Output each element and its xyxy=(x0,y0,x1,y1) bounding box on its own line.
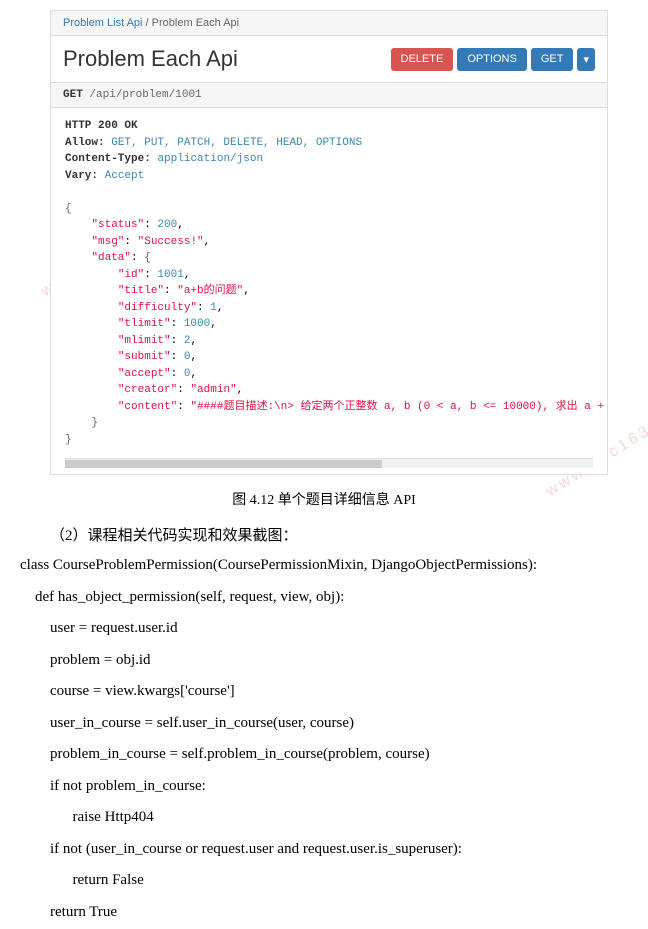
json-title: a+b的问题 xyxy=(184,285,237,297)
action-buttons: DELETE OPTIONS GET ▾ xyxy=(391,48,595,71)
status-line: HTTP 200 OK xyxy=(65,120,138,132)
request-path: /api/problem/1001 xyxy=(89,89,201,101)
request-line: GET /api/problem/1001 xyxy=(51,82,607,108)
scrollbar-thumb[interactable] xyxy=(65,460,382,468)
hdr-allow-val: GET, PUT, PATCH, DELETE, HEAD, OPTIONS xyxy=(111,137,362,149)
code-block: class CourseProblemPermission(CoursePerm… xyxy=(20,550,628,928)
paragraph-2: （2）课程相关代码实现和效果截图： xyxy=(20,523,628,550)
horizontal-scrollbar[interactable] xyxy=(65,458,593,468)
hdr-ct-val: application/json xyxy=(157,153,263,165)
get-dropdown-button[interactable]: ▾ xyxy=(577,48,595,71)
code-line: user_in_course = self.user_in_course(use… xyxy=(20,708,628,740)
chevron-down-icon: ▾ xyxy=(583,54,589,66)
hdr-vary: Vary: xyxy=(65,170,98,182)
json-accept: 0 xyxy=(184,368,191,380)
hdr-ct: Content-Type: xyxy=(65,153,151,165)
code-line: return True xyxy=(20,897,628,929)
request-method: GET xyxy=(63,89,83,101)
json-msg: Success! xyxy=(144,236,197,248)
code-line: raise Http404 xyxy=(20,802,628,834)
hdr-vary-val: Accept xyxy=(105,170,145,182)
code-line: user = request.user.id xyxy=(20,613,628,645)
json-id: 1001 xyxy=(157,269,183,281)
code-line: return False xyxy=(20,865,628,897)
delete-button[interactable]: DELETE xyxy=(391,48,454,71)
json-difficulty: 1 xyxy=(210,302,217,314)
breadcrumb-link[interactable]: Problem List Api xyxy=(63,17,142,29)
breadcrumb: Problem List Api / Problem Each Api xyxy=(51,11,607,36)
code-line: course = view.kwargs['course'] xyxy=(20,676,628,708)
api-browser-panel: Problem List Api / Problem Each Api Prob… xyxy=(50,10,608,475)
figure-caption: 图 4.12 单个题目详细信息 API xyxy=(0,489,648,509)
json-mlimit: 2 xyxy=(184,335,191,347)
breadcrumb-current: Problem Each Api xyxy=(152,17,239,29)
code-line: if not problem_in_course: xyxy=(20,771,628,803)
hdr-allow: Allow: xyxy=(65,137,105,149)
get-button[interactable]: GET xyxy=(531,48,574,71)
json-content: ####题目描述:\n> 给定两个正整数 a, b (0 < a, b <= 1… xyxy=(197,401,607,413)
code-line: problem = obj.id xyxy=(20,645,628,677)
json-tlimit: 1000 xyxy=(184,318,210,330)
json-status: 200 xyxy=(157,219,177,231)
page-title: Problem Each Api xyxy=(63,46,238,72)
json-creator: admin xyxy=(197,384,230,396)
response-body: HTTP 200 OK Allow: GET, PUT, PATCH, DELE… xyxy=(51,108,607,458)
code-line: if not (user_in_course or request.user a… xyxy=(20,834,628,866)
code-line: problem_in_course = self.problem_in_cour… xyxy=(20,739,628,771)
code-line: def has_object_permission(self, request,… xyxy=(20,582,628,614)
code-line: class CourseProblemPermission(CoursePerm… xyxy=(20,550,628,582)
options-button[interactable]: OPTIONS xyxy=(457,48,527,71)
json-submit: 0 xyxy=(184,351,191,363)
